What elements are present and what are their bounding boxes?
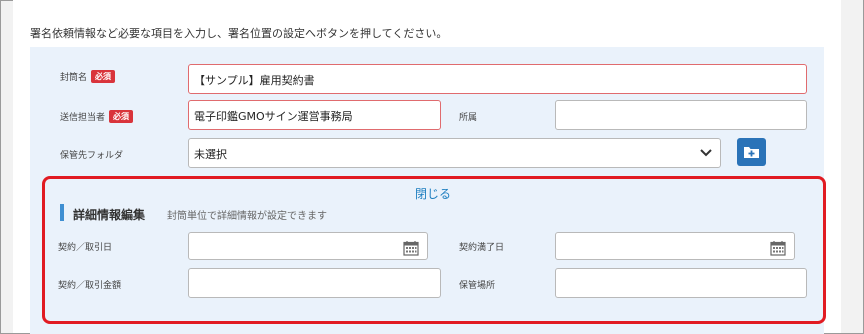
storage-location-input[interactable] [555,268,807,298]
required-badge: 必須 [109,110,134,123]
storage-folder-select[interactable]: 未選択 [188,138,721,168]
sender-label-text: 送信担当者 [60,113,106,123]
storage-folder-selected-value: 未選択 [194,148,227,161]
envelope-name-input[interactable]: 【サンプル】雇用契約書 [188,64,807,94]
add-folder-button[interactable] [737,138,766,166]
section-accent-bar [60,204,64,221]
storage-folder-label: 保管先フォルダ [60,151,124,161]
department-label: 所属 [459,113,478,123]
sender-label: 送信担当者 必須 [60,110,134,123]
envelope-name-label: 封筒名 必須 [60,70,116,83]
calendar-icon[interactable] [403,240,419,256]
instruction-text: 署名依頼情報など必要な項目を入力し、署名位置の設定へボタンを押してください。 [30,27,448,40]
detail-section-description: 封筒単位で詳細情報が設定できます [167,211,327,222]
department-input[interactable] [555,100,807,130]
amount-label: 契約／取引金額 [58,281,122,291]
chevron-down-icon [700,149,712,157]
contract-date-label: 契約／取引日 [58,243,113,253]
folder-plus-icon [744,147,759,158]
calendar-icon[interactable] [770,240,786,256]
expiry-date-label: 契約満了日 [459,243,505,253]
required-badge: 必須 [91,70,116,83]
sender-input[interactable]: 電子印鑑GMOサイン運営事務局 [188,100,441,130]
amount-input[interactable] [188,268,441,298]
scrollbar-track[interactable] [841,0,863,333]
contract-date-input[interactable] [188,232,428,260]
detail-section-title: 詳細情報編集 [73,208,146,222]
expiry-date-input[interactable] [555,232,795,260]
close-detail-link[interactable]: 閉じる [415,185,451,202]
envelope-name-label-text: 封筒名 [60,73,88,83]
storage-location-label: 保管場所 [459,281,496,291]
